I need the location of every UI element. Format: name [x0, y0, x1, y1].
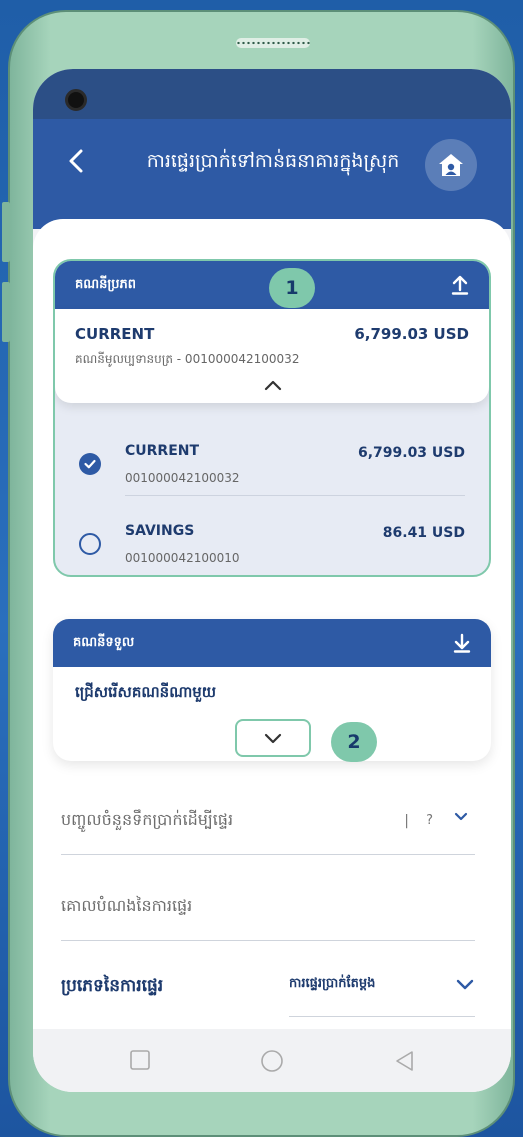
source-account-card: គណនីប្រភព CURRENT 6,799.03 USD គណនីមូលប្… — [53, 259, 491, 577]
selected-account-balance: 6,799.03 USD — [354, 325, 469, 343]
destination-account-select[interactable]: ជ្រើសរើសគណនីណាមួយ — [53, 667, 491, 721]
speaker-grille — [236, 38, 310, 48]
page-title: ការផ្ទេរប្រាក់ទៅកាន់ធនាគារក្នុងស្រុក — [146, 150, 400, 172]
selected-account[interactable]: CURRENT 6,799.03 USD គណនីមូលប្បទានបត្រ -… — [55, 309, 489, 403]
transfer-type-value: ការផ្ទេរប្រាក់តែម្តង — [289, 976, 376, 991]
selected-account-type: CURRENT — [75, 325, 155, 343]
chevron-down-icon — [264, 733, 282, 744]
purpose-placeholder: គោលបំណងនៃការផ្ទេរ — [61, 896, 193, 915]
amount-field[interactable]: បញ្ចូលចំនួនទឹកប្រាក់ដើម្បីផ្ទេរ | ? — [61, 809, 475, 855]
radio-unchecked-icon[interactable] — [79, 533, 101, 555]
transfer-type-label: ប្រភេទនៃការផ្ទេរ — [61, 976, 164, 996]
currency-separator: | — [404, 813, 409, 829]
volume-button — [2, 202, 10, 262]
transfer-type-select[interactable]: ការផ្ទេរប្រាក់តែម្តង — [289, 971, 475, 1017]
home-button[interactable] — [425, 139, 477, 191]
purpose-field[interactable]: គោលបំណងនៃការផ្ទេរ — [61, 895, 475, 941]
home-icon — [439, 154, 463, 176]
destination-account-label: គណនីទទួល — [73, 634, 135, 650]
device-frame: ការផ្ទេរប្រាក់ទៅកាន់ធនាគារក្នុងស្រុក គណន… — [2, 10, 515, 1137]
step-badge-2: 2 — [331, 722, 377, 762]
account-number: 001000042100032 — [125, 471, 240, 485]
download-icon — [453, 633, 471, 653]
screen: ការផ្ទេរប្រាក់ទៅកាន់ធនាគារក្នុងស្រុក គណន… — [33, 69, 511, 1092]
chevron-up-icon[interactable] — [263, 379, 283, 391]
account-balance: 86.41 USD — [382, 525, 465, 541]
expand-accounts-button[interactable] — [235, 719, 311, 757]
account-type: SAVINGS — [125, 523, 195, 539]
chevron-down-icon — [456, 979, 474, 990]
destination-account-header: គណនីទទួល — [53, 619, 491, 667]
power-button — [2, 282, 10, 342]
home-circle-icon[interactable] — [260, 1049, 284, 1073]
back-arrow-icon[interactable] — [63, 147, 91, 175]
currency-value: ? — [426, 813, 433, 828]
back-triangle-icon[interactable] — [393, 1049, 415, 1073]
selected-account-description: គណនីមូលប្បទានបត្រ - 001000042100032 — [75, 352, 300, 366]
account-divider — [125, 495, 465, 496]
recent-apps-icon[interactable] — [129, 1049, 151, 1071]
upload-icon — [451, 275, 469, 295]
camera-icon — [65, 89, 87, 111]
amount-placeholder: បញ្ចូលចំនួនទឹកប្រាក់ដើម្បីផ្ទេរ — [61, 810, 234, 829]
status-bar — [33, 69, 511, 119]
system-navigation-bar — [33, 1029, 511, 1092]
transfer-type-row: ប្រភេទនៃការផ្ទេរ ការផ្ទេរប្រាក់តែម្តង — [61, 971, 475, 1017]
currency-dropdown-icon[interactable] — [453, 811, 469, 823]
destination-account-card: គណនីទទួល ជ្រើសរើសគណនីណាមួយ — [53, 619, 491, 761]
account-balance: 6,799.03 USD — [357, 445, 465, 461]
account-type: CURRENT — [125, 443, 200, 459]
account-option-savings[interactable]: SAVINGS 001000042100010 86.41 USD — [55, 511, 489, 575]
step-badge-1: 1 — [269, 268, 315, 308]
account-option-current[interactable]: CURRENT 001000042100032 6,799.03 USD — [55, 431, 489, 509]
source-account-label: គណនីប្រភព — [75, 276, 137, 292]
account-number: 001000042100010 — [125, 551, 240, 565]
radio-checked-icon[interactable] — [79, 453, 101, 475]
